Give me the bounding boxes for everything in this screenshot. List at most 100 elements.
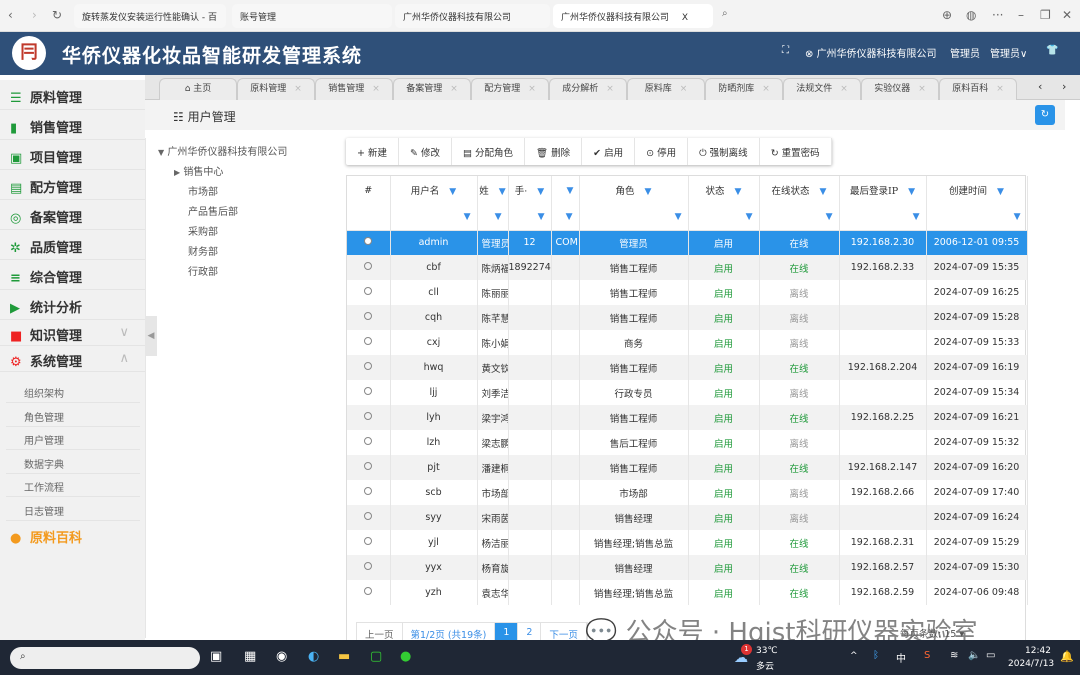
page-tab[interactable]: 实验仪器 × [861, 78, 939, 100]
tray-chevron-icon[interactable]: ^ [850, 651, 858, 661]
filter-icon[interactable]: ▼ [567, 186, 574, 196]
filter-icon[interactable]: ▼ [464, 212, 471, 222]
page-2-button[interactable]: 2 [518, 623, 542, 641]
row-radio[interactable] [364, 312, 373, 320]
sidebar-subitem[interactable]: 工作流程 [6, 474, 140, 498]
next-page-button[interactable]: 下一页 [541, 623, 587, 641]
task-view-icon[interactable]: ▣ [210, 649, 222, 664]
tree-node[interactable]: 财务部 [188, 243, 218, 258]
row-radio[interactable] [364, 287, 373, 295]
tree-node[interactable]: 行政部 [188, 263, 218, 278]
row-radio[interactable] [364, 337, 373, 345]
caret-down-icon[interactable]: ▼ [158, 148, 164, 157]
sidebar-subitem[interactable]: 组织架构 [6, 380, 140, 403]
sidebar-item[interactable]: ☰ 原料管理 [0, 80, 145, 110]
sidebar-item[interactable]: ◎ 备案管理 [0, 200, 145, 230]
filter-icon[interactable]: ▼ [1014, 212, 1021, 222]
table-row[interactable]: yyx 杨育旋 销售经理 启用 在线 192.168.2.57 2024-07-09 15:… [347, 555, 1028, 580]
folder-icon[interactable]: ▬ [338, 649, 350, 664]
table-row[interactable]: yzh 袁志华 销售经理;销售总监 启用 在线 192.168.2.59 2024-07-0… [347, 580, 1028, 605]
row-radio[interactable] [364, 387, 373, 395]
row-radio[interactable] [364, 362, 373, 370]
delete-button[interactable]: 🗑 删除 [525, 138, 583, 165]
close-window-icon[interactable]: ✕ [1062, 8, 1072, 22]
filter-icon[interactable]: ▼ [908, 187, 915, 197]
back-icon[interactable]: ‹ [8, 8, 13, 22]
column-header[interactable]: 角色 ▼ [579, 176, 689, 204]
radio-cell[interactable] [347, 380, 391, 405]
sidebar-subitem[interactable]: 数据字典 [6, 451, 140, 474]
column-header[interactable]: 创建时间 ▼ [926, 176, 1028, 204]
table-row[interactable]: cll 陈丽丽 销售工程师 启用 离线 2024-07-09 16:25 [347, 280, 1028, 305]
table-row[interactable]: lyh 梁宇鸿 销售工程师 启用 在线 192.168.2.25 2024-07-09 16… [347, 405, 1028, 430]
sidebar-item[interactable]: ▣ 项目管理 [0, 140, 145, 170]
page-tab[interactable]: 防晒剂库 × [705, 78, 783, 100]
volume-icon[interactable]: 🔈 [968, 650, 980, 661]
sidebar-item[interactable]: ▶ 统计分析 [0, 290, 145, 320]
radio-cell[interactable] [347, 555, 391, 580]
close-tab-icon[interactable]: × [294, 84, 302, 94]
prev-page-button[interactable]: 上一页 [357, 623, 403, 641]
page-tab[interactable]: 原料管理 × [237, 78, 315, 100]
clock-date[interactable]: 2024/7/13 [1008, 659, 1054, 669]
radio-cell[interactable] [347, 430, 391, 455]
disable-button[interactable]: ⊙ 停用 [635, 138, 689, 165]
sidebar-item[interactable]: ▤ 配方管理 [0, 170, 145, 200]
table-row[interactable]: cqh 陈芊慧 销售工程师 启用 离线 2024-07-09 15:28 [347, 305, 1028, 330]
row-radio[interactable] [364, 412, 373, 420]
close-tab-icon[interactable]: × [996, 84, 1004, 94]
filter-icon[interactable]: ▼ [538, 212, 545, 222]
page-tab[interactable]: 成分解析 × [549, 78, 627, 100]
row-radio[interactable] [364, 262, 373, 270]
page-tab[interactable]: 法规文件 × [783, 78, 861, 100]
filter-icon[interactable]: ▼ [645, 187, 652, 197]
search-icon[interactable]: ⌕ [722, 8, 728, 19]
remote-desktop-icon[interactable]: ▢ [370, 649, 382, 664]
row-radio[interactable] [364, 537, 373, 545]
filter-icon[interactable]: ▼ [820, 187, 827, 197]
table-row[interactable]: ljj 刘季洁 行政专员 启用 离线 2024-07-09 15:34 [347, 380, 1028, 405]
close-tab-icon[interactable]: × [528, 84, 536, 94]
table-row[interactable]: yjl 杨洁丽 销售经理;销售总监 启用 在线 192.168.2.31 2024-07-0… [347, 530, 1028, 555]
download-icon[interactable]: ⊕ [942, 8, 952, 22]
sogou-icon[interactable]: S [924, 650, 930, 661]
battery-icon[interactable]: ▭ [986, 650, 995, 661]
row-radio[interactable] [364, 512, 373, 520]
store-icon[interactable]: ▦ [244, 649, 256, 664]
close-tab-icon[interactable]: × [680, 84, 688, 94]
globe-icon[interactable]: ◍ [966, 8, 976, 22]
tree-node-root[interactable]: ▼ 广州华侨仪器科技有限公司 [158, 143, 287, 158]
browser-tab[interactable]: 广州华侨仪器科技有限公司 [395, 4, 550, 28]
theme-icon[interactable]: 👕 [1046, 45, 1058, 56]
table-row[interactable]: pjt 潘建桐 销售工程师 启用 在线 192.168.2.147 2024-07-09 1… [347, 455, 1028, 480]
radio-cell[interactable] [347, 255, 391, 280]
table-row[interactable]: lzh 梁志鹏 售后工程师 启用 离线 2024-07-09 15:32 [347, 430, 1028, 455]
close-tab-icon[interactable]: × [372, 84, 380, 94]
user-menu[interactable]: 管理员∨ [990, 45, 1027, 60]
column-header[interactable]: 用户名 ▼ [390, 176, 478, 204]
fullscreen-icon[interactable]: ⛶ [782, 45, 789, 56]
filter-cell[interactable]: ▼ [477, 204, 509, 231]
reset-password-button[interactable]: ↻ 重置密码 [760, 138, 832, 165]
filter-icon[interactable]: ▼ [826, 212, 833, 222]
clock-time[interactable]: 12:42 [1025, 646, 1051, 656]
table-row[interactable]: scb 市场部 市场部 启用 离线 192.168.2.66 2024-07-09 17:4… [347, 480, 1028, 505]
filter-cell[interactable]: ▼ [839, 204, 927, 231]
tree-node[interactable]: 采购部 [188, 223, 218, 238]
page-1-button[interactable]: 1 [495, 623, 519, 641]
radio-cell[interactable] [347, 280, 391, 305]
filter-cell[interactable]: ▼ [688, 204, 760, 231]
row-radio[interactable] [364, 237, 373, 246]
sidebar-item-encyclopedia[interactable]: ● 原料百科 [0, 520, 145, 550]
filter-cell[interactable]: ▼ [390, 204, 478, 231]
filter-icon[interactable]: ▼ [495, 212, 502, 222]
table-row[interactable]: syy 宋雨茵 销售经理 启用 离线 2024-07-09 16:24 [347, 505, 1028, 530]
column-header[interactable]: 姓 ▼ [477, 176, 509, 204]
close-tab-icon[interactable]: X [682, 13, 688, 23]
company-selector[interactable]: ⊗ 广州华侨仪器科技有限公司 [805, 45, 937, 60]
column-header[interactable]: 状态 ▼ [688, 176, 760, 204]
sidebar-item[interactable]: ⚙ 系统管理 ∧ [0, 346, 145, 372]
chrome-icon[interactable]: ◉ [276, 649, 287, 664]
forward-icon[interactable]: › [32, 8, 37, 22]
add-button[interactable]: + 新建 [346, 138, 399, 165]
